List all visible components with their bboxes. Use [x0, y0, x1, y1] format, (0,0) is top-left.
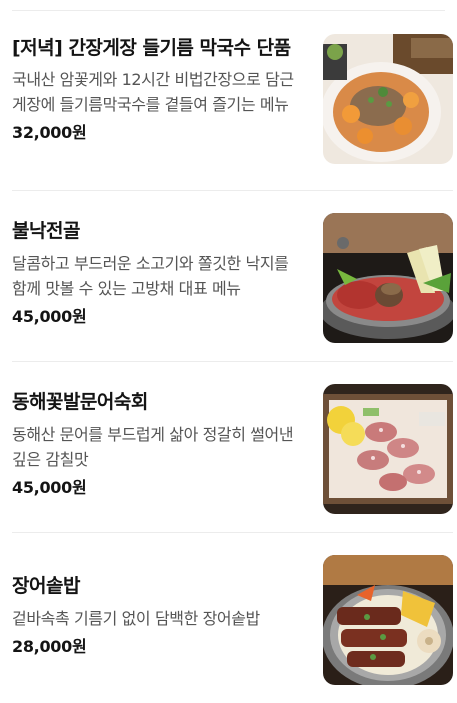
menu-item-price: 32,000원 — [12, 123, 87, 142]
menu-item-description: 동해산 문어를 부드럽게 삶아 정갈히 썰어낸 깊은 감칠맛 — [12, 425, 294, 469]
menu-item-price: 45,000원 — [12, 307, 87, 326]
hotpot-photo — [323, 213, 453, 343]
menu-item-description: 달콤하고 부드러운 소고기와 쫄깃한 낙지를 함께 맛볼 수 있는 고방채 대표… — [12, 254, 289, 298]
divider — [12, 532, 453, 533]
menu-item-price: 28,000원 — [12, 637, 87, 656]
crab-noodles-photo — [323, 34, 453, 164]
menu-item-price: 45,000원 — [12, 478, 87, 497]
divider — [12, 361, 453, 362]
menu-item-text: 동해꽃발문어숙회 동해산 문어를 부드럽게 삶아 정갈히 썰어낸 깊은 감칠맛 … — [12, 384, 304, 500]
menu-item-name: 동해꽃발문어숙회 — [12, 391, 148, 413]
menu-item-name: 장어솥밥 — [12, 575, 80, 597]
menu-item-image[interactable] — [323, 384, 453, 514]
divider — [12, 190, 453, 191]
menu-item-description: 겉바속촉 기름기 없이 담백한 장어솥밥 — [12, 609, 260, 628]
menu-item-image[interactable] — [323, 34, 453, 164]
menu-item-text: 불낙전골 달콤하고 부드러운 소고기와 쫄깃한 낙지를 함께 맛볼 수 있는 고… — [12, 213, 304, 329]
menu-item-text: [저녁] 간장게장 들기름 막국수 단품 국내산 암꽃게와 12시간 비법간장으… — [12, 34, 304, 145]
top-divider — [12, 10, 445, 11]
octopus-photo — [323, 384, 453, 514]
menu-item-name: [저녁] 간장게장 들기름 막국수 단품 — [12, 37, 291, 59]
menu-item-image[interactable] — [323, 213, 453, 343]
menu-item-description: 국내산 암꽃게와 12시간 비법간장으로 담근 게장에 들기름막국수를 곁들여 … — [12, 70, 294, 114]
eel-rice-photo — [323, 555, 453, 685]
menu-item-name: 불낙전골 — [12, 220, 80, 242]
menu-item-image[interactable] — [323, 555, 453, 685]
menu-item-text: 장어솥밥 겉바속촉 기름기 없이 담백한 장어솥밥 28,000원 — [12, 555, 304, 659]
